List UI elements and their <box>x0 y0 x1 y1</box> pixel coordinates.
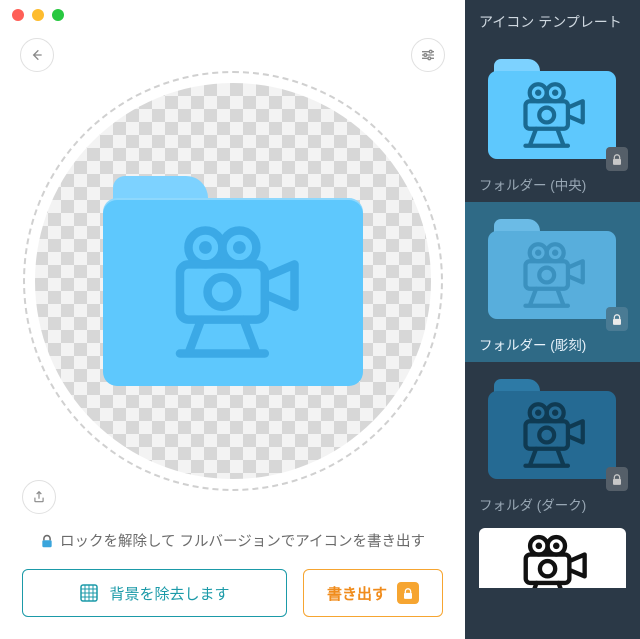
unlock-text: ロックを解除して フルバージョンでアイコンを書き出す <box>60 530 425 551</box>
unlock-caption: ロックを解除して フルバージョンでアイコンを書き出す <box>0 520 465 569</box>
template-sidebar: アイコン テンプレート フォルダー (中央) フォルダー (彫刻) <box>465 0 640 639</box>
template-next-peek[interactable] <box>465 522 640 588</box>
sidebar-title: アイコン テンプレート <box>465 0 640 42</box>
remove-bg-label: 背景を除去します <box>109 583 229 604</box>
minimize-dot[interactable] <box>32 9 44 21</box>
camera-icon <box>517 532 589 588</box>
lock-icon <box>606 147 628 171</box>
share-icon <box>32 489 46 505</box>
preview-icon[interactable] <box>103 176 363 386</box>
remove-bg-button[interactable]: 背景を除去します <box>22 569 287 617</box>
camera-icon <box>517 400 587 470</box>
zoom-dot[interactable] <box>52 9 64 21</box>
close-dot[interactable] <box>12 9 24 21</box>
export-button[interactable]: 書き出す <box>303 569 443 617</box>
transparency-checker <box>35 83 431 479</box>
template-label: フォルダ (ダーク) <box>479 494 626 514</box>
lock-icon <box>606 307 628 331</box>
template-folder-engrave[interactable]: フォルダー (彫刻) <box>465 202 640 362</box>
export-label: 書き出す <box>327 583 387 604</box>
lock-icon <box>40 533 54 549</box>
lock-icon <box>606 467 628 491</box>
preview-mask <box>23 71 443 491</box>
share-button[interactable] <box>22 480 56 514</box>
camera-icon <box>517 240 587 310</box>
template-label: フォルダー (中央) <box>479 174 626 194</box>
camera-icon <box>163 222 303 362</box>
template-folder-dark[interactable]: フォルダ (ダーク) <box>465 362 640 522</box>
template-label: フォルダー (彫刻) <box>479 334 626 354</box>
erase-bg-icon <box>79 583 99 603</box>
export-lock-badge <box>397 582 419 604</box>
template-folder-center[interactable]: フォルダー (中央) <box>465 42 640 202</box>
camera-icon <box>517 80 587 150</box>
window-titlebar <box>0 0 465 30</box>
